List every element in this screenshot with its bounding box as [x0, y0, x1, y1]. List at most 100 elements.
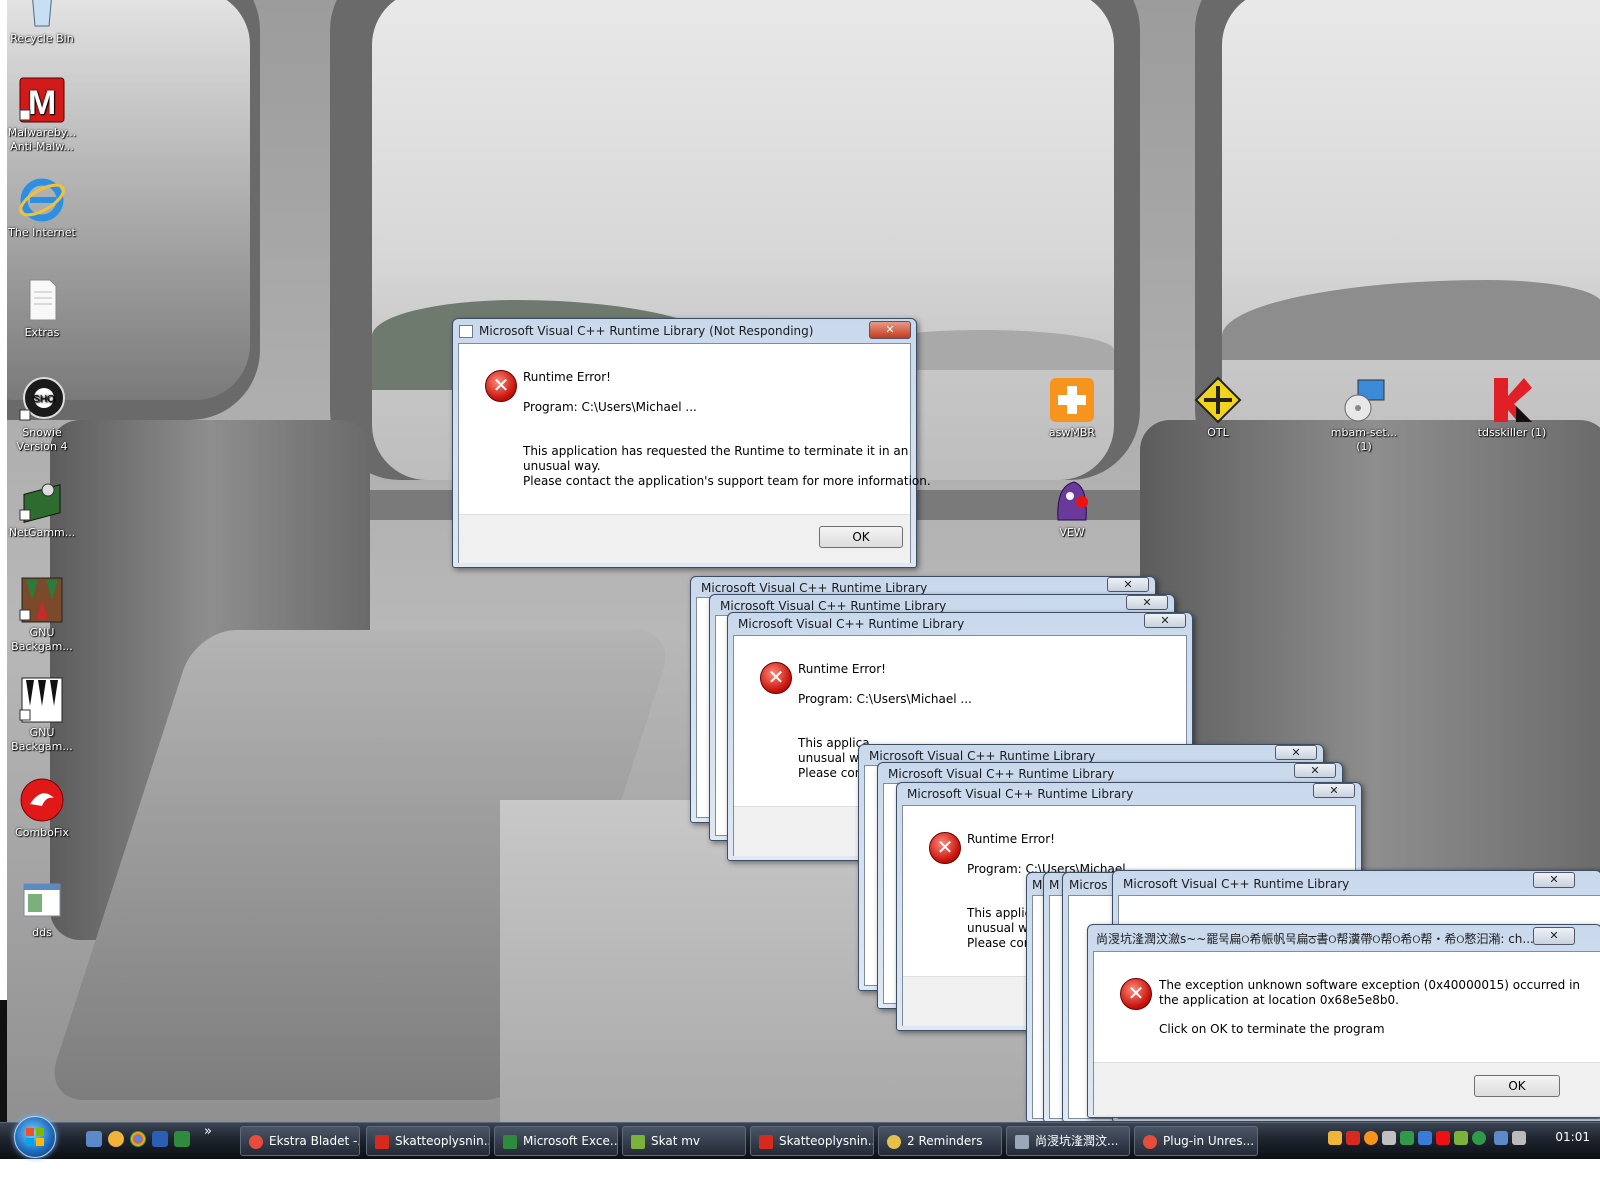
close-button[interactable]: ✕: [1144, 613, 1186, 628]
dialog-title: M: [1032, 878, 1043, 892]
close-button[interactable]: ✕: [869, 321, 911, 339]
recycle-bin-icon: [18, 0, 66, 30]
start-button[interactable]: [14, 1116, 56, 1158]
close-button[interactable]: ✕: [1313, 783, 1355, 798]
runtime-error-dialog-main[interactable]: Microsoft Visual C++ Runtime Library (No…: [452, 318, 931, 568]
desktop-icon-label: Snowie Version 4: [16, 426, 68, 453]
desktop-icon-gnu-backgammon-1[interactable]: GNU Backgam...: [4, 576, 80, 654]
close-button[interactable]: ✕: [1126, 595, 1168, 610]
error-body-line: This application has requested the Runti…: [523, 444, 909, 458]
exception-instruction: Click on OK to terminate the program: [1159, 1022, 1385, 1036]
installer-icon: [1340, 376, 1388, 424]
netgammon-icon: [18, 476, 66, 524]
quick-launch-overflow[interactable]: »: [204, 1124, 212, 1139]
dialog-title: Microsoft Visual C++ Runtime Library: [720, 599, 947, 613]
taskbar-button-label: Ekstra Bladet -...: [269, 1134, 360, 1148]
window-icon: [1015, 1134, 1029, 1149]
desktop-icon-netgammon[interactable]: NetGamm...: [4, 476, 80, 540]
desktop-icon-label: Malwareby... Anti-Malw...: [7, 126, 77, 153]
error-icon: ✕: [485, 370, 517, 402]
taskbar-button-label: Skatteoplysnin...: [395, 1134, 490, 1148]
error-heading: Runtime Error!: [967, 832, 1055, 846]
taskbar-button-ekstra-bladet[interactable]: Ekstra Bladet -...: [240, 1126, 360, 1156]
close-button[interactable]: ✕: [1533, 872, 1575, 888]
tray-app-icon[interactable]: [1346, 1131, 1360, 1145]
desktop-icon-tdsskiller[interactable]: tdsskiller (1): [1474, 376, 1550, 440]
tray-app-icon[interactable]: [1400, 1131, 1414, 1145]
error-icon: ✕: [929, 832, 961, 864]
exception-message-line: the application at location 0x68e5e8b0.: [1159, 993, 1399, 1007]
excel-icon[interactable]: [174, 1131, 190, 1147]
word-icon[interactable]: [152, 1131, 168, 1147]
desktop-icon-label: OTL: [1207, 426, 1229, 439]
app-window-icon: [459, 325, 473, 338]
desktop-icon-mbam-setup[interactable]: mbam-set... (1): [1326, 376, 1402, 454]
gnu-backgammon-icon: [18, 576, 66, 624]
dialog-title: Micros: [1069, 878, 1108, 892]
tray-app-icon[interactable]: [1418, 1131, 1432, 1145]
desktop-icon-label: GNU Backgam...: [11, 626, 73, 653]
chrome-icon[interactable]: [130, 1131, 146, 1147]
taskbar-button-skat-mv[interactable]: Skat mv: [622, 1126, 746, 1156]
desktop-icon-label: dds: [32, 926, 52, 939]
ok-button[interactable]: OK: [819, 526, 903, 548]
error-body-line: Please contact the application's support…: [523, 474, 931, 488]
error-program-path: Program: C:\Users\Michael ...: [523, 400, 697, 414]
otl-icon: [1194, 376, 1242, 424]
taskbar-button-skatteoplysning-2[interactable]: Skatteoplysnin...: [750, 1126, 874, 1156]
volume-icon[interactable]: [1512, 1131, 1526, 1145]
ok-button[interactable]: OK: [1474, 1075, 1560, 1097]
email-icon[interactable]: [108, 1131, 124, 1147]
error-body-line: Please cont: [798, 766, 868, 780]
tray-app-icon[interactable]: [1454, 1131, 1468, 1145]
taskbar-clock[interactable]: 01:01: [1555, 1130, 1590, 1144]
taskbar-button-reminders[interactable]: 2 Reminders: [878, 1126, 1002, 1156]
desktop-icon-label: mbam-set... (1): [1330, 426, 1398, 453]
document-icon: [18, 276, 66, 324]
bell-icon: [887, 1134, 901, 1149]
dialog-title: M: [1049, 878, 1060, 892]
network-icon[interactable]: [1494, 1131, 1508, 1145]
chrome-icon: [249, 1134, 263, 1149]
show-desktop-icon[interactable]: [86, 1131, 102, 1147]
vew-icon: [1048, 476, 1096, 524]
desktop-icon-gnu-backgammon-2[interactable]: GNU Backgam...: [4, 676, 80, 754]
taskbar-button-plugin-unresponsive[interactable]: Plug-in Unres...: [1134, 1126, 1258, 1156]
close-button[interactable]: ✕: [1294, 763, 1336, 778]
shield-icon[interactable]: [1382, 1131, 1396, 1145]
excel-icon: [503, 1134, 517, 1149]
taskbar-button-label: 尚渂坑湰潤汶...: [1035, 1134, 1119, 1148]
desktop-icon-recycle-bin[interactable]: Recycle Bin: [4, 0, 80, 46]
dialog-title: Microsoft Visual C++ Runtime Library: [738, 617, 965, 631]
notepad-icon: [631, 1134, 645, 1149]
close-button[interactable]: ✕: [1275, 745, 1317, 760]
close-button[interactable]: ✕: [1533, 927, 1575, 945]
taskbar-button-excel[interactable]: Microsoft Exce...: [494, 1126, 618, 1156]
gnu-backgammon-icon: [18, 676, 66, 724]
taskbar-button-garbled-app[interactable]: 尚渂坑湰潤汶...: [1006, 1126, 1130, 1156]
taskbar-button-skatteoplysning[interactable]: Skatteoplysnin...: [366, 1126, 490, 1156]
exception-dialog[interactable]: 尚渂坑湰潤汶瀲s~~罷묵扁ଠ希帪帆묵扁ਠ書ଠ帮瀵帶ଠ帮ଠ希ଠ帮・希ଠ慗汩潲: c…: [1087, 924, 1600, 1118]
desktop-icon-otl[interactable]: OTL: [1180, 376, 1256, 440]
desktop-icon-extras[interactable]: Extras: [4, 276, 80, 340]
tray-app-icon[interactable]: [1364, 1131, 1378, 1145]
desktop-icon-combofix[interactable]: ComboFix: [4, 776, 80, 840]
close-button[interactable]: ✕: [1107, 577, 1149, 592]
desktop-icon-aswmbr[interactable]: aswMBR: [1034, 376, 1110, 440]
tray-app-icon[interactable]: [1436, 1131, 1450, 1145]
error-body-line: unusual wa: [798, 751, 867, 765]
desktop-icon-snowie[interactable]: SHO Snowie Version 4: [4, 376, 80, 454]
desktop-icon-dds[interactable]: dds: [4, 876, 80, 940]
aswmbr-icon: [1048, 376, 1096, 424]
error-body-line: unusual way.: [523, 459, 601, 473]
taskbar-button-label: Plug-in Unres...: [1163, 1134, 1255, 1148]
tray-app-icon[interactable]: [1328, 1131, 1342, 1145]
desktop-icon-internet[interactable]: The Internet: [4, 176, 80, 240]
desktop-icon-malwarebytes[interactable]: M Malwareby... Anti-Malw...: [4, 76, 80, 154]
error-program-path: Program: C:\Users\Michael ...: [798, 692, 972, 706]
dialog-title: Microsoft Visual C++ Runtime Library: [888, 767, 1115, 781]
check-icon[interactable]: [1472, 1131, 1486, 1145]
desktop-icon-vew[interactable]: VEW: [1034, 476, 1110, 540]
dialog-footer: OK: [459, 514, 910, 563]
error-icon: ✕: [760, 662, 792, 694]
